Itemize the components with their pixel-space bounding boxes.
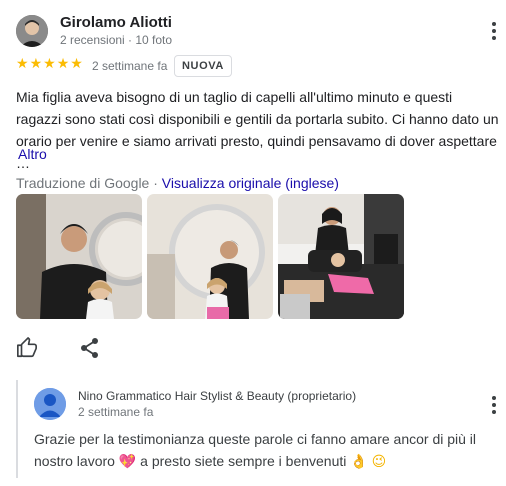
- star-icon: ★: [43, 56, 56, 72]
- more-link[interactable]: Altro: [18, 146, 47, 162]
- owner-avatar[interactable]: [34, 388, 66, 420]
- heart-emoji: 💖: [118, 454, 137, 470]
- thumb-up-icon[interactable]: [16, 337, 38, 359]
- owner-name: Nino Grammatico Hair Stylist & Beauty (p…: [78, 389, 357, 403]
- view-original-link[interactable]: Visualizza originale (inglese): [162, 175, 339, 191]
- star-rating: ★ ★ ★ ★ ★: [16, 56, 83, 72]
- star-icon: ★: [29, 56, 43, 72]
- star-icon: ★: [70, 56, 83, 72]
- star-icon: ★: [16, 56, 29, 72]
- reply-text-part: a presto siete sempre i benvenuti: [136, 453, 351, 469]
- ok-hand-emoji: 👌: [350, 454, 368, 470]
- owner-reply-date: 2 settimane fa: [78, 405, 154, 419]
- more-vert-icon[interactable]: [486, 394, 502, 416]
- reviewer-avatar[interactable]: [16, 15, 48, 47]
- star-icon: ★: [56, 56, 70, 72]
- review-photo[interactable]: [147, 194, 273, 319]
- reviewer-meta: 2 recensioni · 10 foto: [60, 33, 173, 47]
- reviewer-name[interactable]: Girolamo Aliotti: [60, 14, 172, 31]
- review-text: Mia figlia aveva bisogno di un taglio di…: [16, 89, 499, 171]
- translation-row: Traduzione di Google · Visualizza origin…: [16, 175, 339, 191]
- review-date: 2 settimane fa: [92, 59, 168, 73]
- winking-face-emoji: 😉: [371, 454, 387, 470]
- new-badge: NUOVA: [174, 55, 232, 77]
- owner-reply-text: Grazie per la testimonianza queste parol…: [34, 428, 494, 473]
- translation-label: Traduzione di Google ·: [16, 175, 162, 191]
- share-icon[interactable]: [80, 337, 100, 359]
- more-vert-icon[interactable]: [486, 20, 502, 42]
- review-photo[interactable]: [16, 194, 142, 319]
- reply-divider: [16, 380, 18, 478]
- review-photo[interactable]: [278, 194, 404, 319]
